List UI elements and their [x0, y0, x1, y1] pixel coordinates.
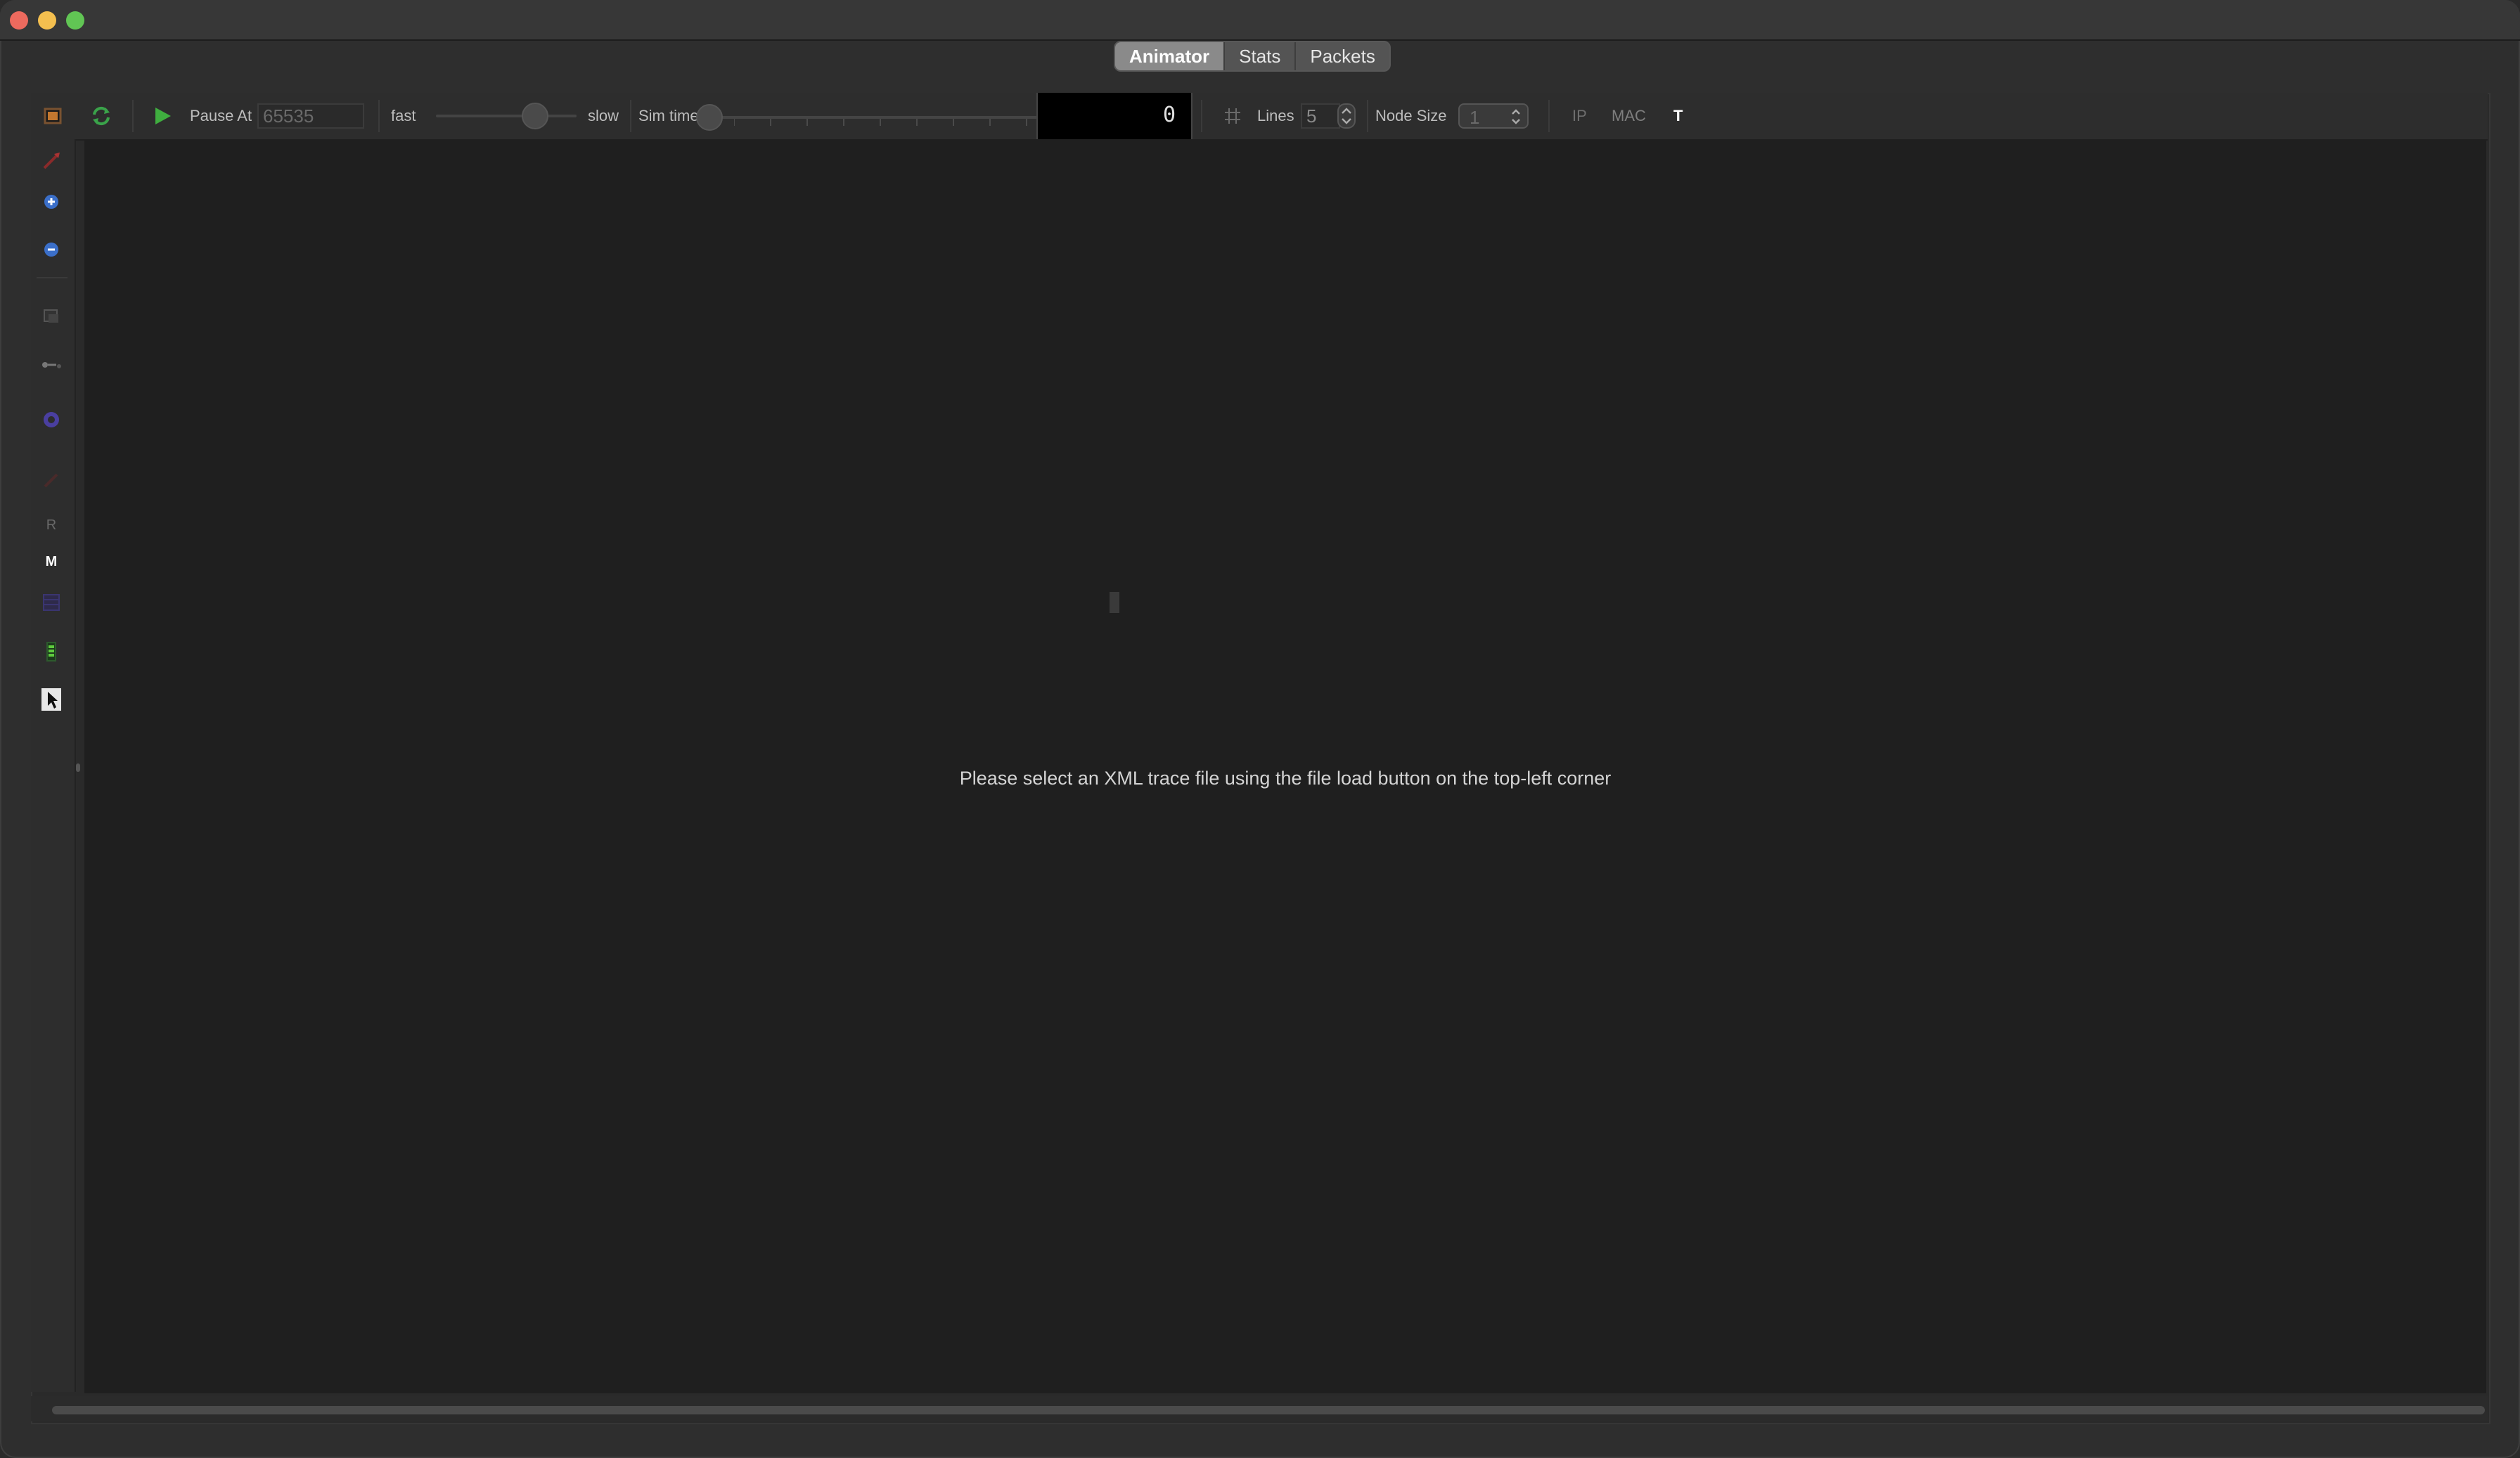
- toolbar-separator: [1367, 100, 1368, 132]
- pause-at-field-wrap: [257, 93, 364, 139]
- toolbar-separator: [132, 100, 134, 132]
- canvas-placeholder-marker: [1110, 592, 1119, 613]
- zoom-out-icon[interactable]: [41, 239, 62, 260]
- speed-slider-track[interactable]: [436, 115, 577, 117]
- left-tool-sidebar: R M: [31, 139, 76, 1392]
- table-icon[interactable]: [41, 592, 62, 613]
- toolbar-separator: [378, 100, 380, 132]
- play-button[interactable]: [152, 93, 173, 139]
- scrollbar-thumb[interactable]: [52, 1406, 2485, 1414]
- gear-icon[interactable]: [41, 409, 62, 430]
- sim-time-display: 0: [1036, 93, 1192, 139]
- link-icon[interactable]: [41, 354, 62, 375]
- t-toggle-button[interactable]: T: [1673, 93, 1683, 139]
- r-button[interactable]: R: [41, 515, 62, 536]
- m-button[interactable]: M: [41, 551, 62, 572]
- pause-at-input[interactable]: [257, 103, 364, 129]
- toolbar-separator: [1201, 100, 1202, 132]
- reload-icon: [93, 106, 110, 126]
- lines-spinbox[interactable]: [1301, 93, 1356, 139]
- horizontal-scrollbar[interactable]: [31, 1396, 2488, 1421]
- app-window: Animator Stats Packets Pause At 65535 fa…: [0, 0, 2520, 1458]
- grid-toggle-button[interactable]: [1223, 93, 1242, 139]
- fast-label: fast: [391, 107, 416, 124]
- marker-icon[interactable]: [41, 470, 62, 491]
- zoom-in-icon[interactable]: [41, 191, 62, 212]
- sim-time-slider-knob[interactable]: [696, 104, 723, 131]
- file-open-icon: [44, 108, 62, 124]
- lines-input[interactable]: [1301, 103, 1340, 129]
- pencil-icon[interactable]: [41, 150, 62, 172]
- empty-state-message: Please select an XML trace file using th…: [959, 768, 1612, 789]
- tab-stats[interactable]: Stats: [1225, 42, 1297, 70]
- toolbar-separator: [630, 100, 631, 132]
- animator-toolbar: Pause At fast slow Sim time 0: [31, 93, 2488, 141]
- node-size-select[interactable]: 1: [1458, 93, 1529, 139]
- close-window-button[interactable]: [10, 11, 28, 30]
- sim-time-label: Sim time: [638, 107, 699, 124]
- title-bar: [0, 0, 2520, 41]
- sidebar-separator: [37, 277, 68, 278]
- slow-label: slow: [588, 107, 619, 124]
- speed-slider-knob[interactable]: [522, 103, 548, 129]
- play-icon: [155, 108, 171, 124]
- minimize-window-button[interactable]: [38, 11, 56, 30]
- zoom-window-button[interactable]: [66, 11, 84, 30]
- sim-time-ticks: [734, 119, 1027, 126]
- file-load-button[interactable]: [42, 93, 63, 139]
- chevron-updown-icon: [1512, 109, 1520, 124]
- node-size-value: 1: [1470, 107, 1480, 128]
- sim-time-value: 0: [1162, 103, 1176, 127]
- ip-toggle-button[interactable]: IP: [1572, 93, 1587, 139]
- mac-toggle-button[interactable]: MAC: [1612, 93, 1646, 139]
- grid-icon: [1225, 108, 1240, 124]
- node-size-label: Node Size: [1375, 107, 1447, 124]
- animation-canvas[interactable]: Please select an XML trace file using th…: [84, 141, 2486, 1393]
- battery-icon[interactable]: [41, 641, 62, 662]
- stepper-arrows-icon[interactable]: [1337, 103, 1356, 129]
- packet-icon[interactable]: [41, 305, 62, 326]
- sidebar-splitter-handle[interactable]: [76, 763, 80, 772]
- lines-label: Lines: [1257, 107, 1294, 124]
- tab-animator[interactable]: Animator: [1115, 42, 1226, 70]
- pause-at-label: Pause At: [190, 107, 252, 124]
- toolbar-separator: [1548, 100, 1550, 132]
- reload-button[interactable]: [90, 93, 112, 139]
- cursor-icon[interactable]: [41, 688, 62, 711]
- tab-bar: Animator Stats Packets: [1114, 41, 1391, 72]
- tab-packets[interactable]: Packets: [1296, 42, 1389, 70]
